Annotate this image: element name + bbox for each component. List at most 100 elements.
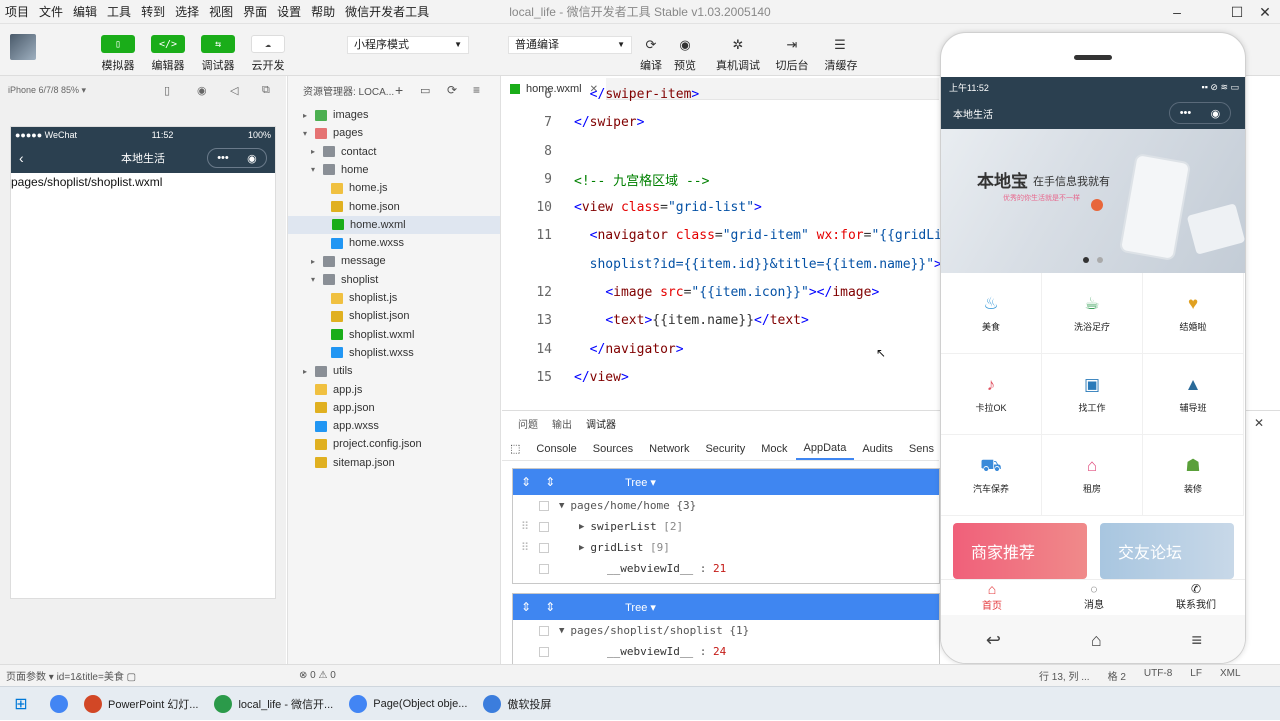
- status-item[interactable]: 格 2: [1108, 668, 1126, 683]
- menu-item[interactable]: 转到: [136, 3, 170, 20]
- grid-item[interactable]: ♨ 美食: [941, 273, 1042, 354]
- more-icon[interactable]: •••: [217, 152, 229, 164]
- expand-arrow-icon[interactable]: ▸: [311, 257, 323, 266]
- menu-item[interactable]: 视图: [204, 3, 238, 20]
- avatar[interactable]: [10, 34, 36, 60]
- grid-item[interactable]: ⛟ 汽车保养: [941, 435, 1042, 516]
- taskbar-app[interactable]: Page(Object obje...: [341, 687, 475, 721]
- eye-icon[interactable]: ◉: [673, 36, 697, 54]
- page-params[interactable]: 页面参数 ▾ id=1&title=美食 ▢: [6, 668, 136, 683]
- layers-icon[interactable]: ☰: [828, 36, 852, 54]
- code-line[interactable]: 11 <navigator class="grid-item" wx:for="…: [502, 225, 957, 245]
- status-item[interactable]: 行 13, 列 ...: [1039, 668, 1090, 683]
- devtools-nav-tab[interactable]: Sens: [901, 443, 942, 455]
- close-circle-icon[interactable]: ◉: [1211, 107, 1221, 120]
- code-line[interactable]: 14 </navigator>: [502, 339, 939, 359]
- expand-arrow-icon[interactable]: ▸: [303, 111, 315, 120]
- expand-arrow-icon[interactable]: ▼: [559, 501, 564, 511]
- code-line[interactable]: 6 </swiper-item>: [502, 84, 939, 104]
- tree-mode-select[interactable]: Tree ▾: [625, 601, 656, 614]
- expand-arrow-icon[interactable]: ▸: [303, 367, 315, 376]
- promo-forum[interactable]: 交友论坛: [1100, 523, 1234, 579]
- expand-all-icon[interactable]: ⇕: [521, 600, 531, 614]
- tree-item[interactable]: app.js: [303, 381, 362, 399]
- detach-icon[interactable]: ⧉: [262, 84, 270, 97]
- expand-arrow-icon[interactable]: ▶: [579, 522, 584, 532]
- volume-icon[interactable]: ◁: [230, 84, 238, 97]
- tree-item[interactable]: shoplist.js: [319, 289, 397, 307]
- expand-arrow-icon[interactable]: ▾: [311, 275, 323, 284]
- code-line[interactable]: 8: [502, 141, 939, 161]
- simulator-button[interactable]: ▯: [101, 35, 135, 53]
- tab-contact[interactable]: ✆ 联系我们: [1145, 579, 1245, 613]
- code-line[interactable]: 10 <view class="grid-list">: [502, 197, 939, 217]
- bug-icon[interactable]: ✲: [726, 36, 750, 54]
- devtools-nav-tab[interactable]: Sources: [585, 443, 641, 455]
- taskbar-app[interactable]: 傲软投屏: [475, 687, 559, 721]
- menu-item[interactable]: 设置: [272, 3, 306, 20]
- record-icon[interactable]: ◉: [197, 84, 207, 97]
- real-debug-label[interactable]: 真机调试: [713, 57, 763, 73]
- taskbar-app[interactable]: local_life - 微信开...: [206, 687, 341, 721]
- code-line[interactable]: 12 <image src="{{item.icon}}"></image>: [502, 282, 939, 302]
- grid-item[interactable]: ☗ 装修: [1143, 435, 1244, 516]
- background-label[interactable]: 切后台: [767, 57, 817, 73]
- tree-item[interactable]: ▸ contact: [311, 143, 376, 161]
- code-line[interactable]: 9 <!-- 九宫格区域 -->: [502, 169, 939, 189]
- code-line[interactable]: 7 </swiper>: [502, 112, 939, 132]
- checkbox[interactable]: [539, 625, 549, 636]
- minimize-icon[interactable]: –: [1162, 0, 1192, 24]
- tree-item[interactable]: ▾ shoplist: [311, 271, 378, 289]
- menu-item[interactable]: 帮助: [306, 3, 340, 20]
- more-icon[interactable]: •••: [1180, 107, 1192, 119]
- devtools-tab[interactable]: 输出: [552, 416, 572, 431]
- checkbox[interactable]: [539, 646, 549, 657]
- tree-item[interactable]: shoplist.json: [319, 307, 410, 325]
- drag-handle-icon[interactable]: ⠿: [521, 541, 529, 554]
- devtools-nav-tab[interactable]: Network: [641, 443, 697, 455]
- tree-item[interactable]: project.config.json: [303, 435, 422, 453]
- grid-item[interactable]: ♥ 结婚啦: [1143, 273, 1244, 354]
- grid-item[interactable]: ⌂ 租房: [1042, 435, 1143, 516]
- tree-item[interactable]: home.wxml: [288, 215, 500, 234]
- menu-item[interactable]: 编辑: [68, 3, 102, 20]
- checkbox[interactable]: [539, 500, 549, 511]
- home-button-icon[interactable]: ⌂: [1091, 630, 1102, 651]
- tree-item[interactable]: ▸ images: [303, 106, 368, 124]
- swiper-dot-active[interactable]: [1083, 257, 1089, 263]
- tree-item[interactable]: home.wxss: [319, 234, 404, 252]
- tree-item[interactable]: ▾ home: [311, 161, 369, 179]
- add-folder-icon[interactable]: ▭: [420, 84, 430, 97]
- collapse-icon[interactable]: ≡: [473, 83, 480, 97]
- tree-item[interactable]: shoplist.wxml: [319, 326, 414, 344]
- grid-item[interactable]: ♪ 卡拉OK: [941, 354, 1042, 435]
- menu-item[interactable]: 文件: [34, 3, 68, 20]
- grid-item[interactable]: ☕ 洗浴足疗: [1042, 273, 1143, 354]
- debugger-button[interactable]: ⇆: [201, 35, 235, 53]
- devtools-nav-tab[interactable]: Mock: [753, 443, 795, 455]
- tree-item[interactable]: shoplist.wxss: [319, 344, 414, 362]
- tree-item[interactable]: home.js: [319, 179, 388, 197]
- close-icon[interactable]: ✕: [1250, 0, 1280, 24]
- tree-item[interactable]: ▾ pages: [303, 124, 363, 142]
- close-circle-icon[interactable]: ◉: [247, 152, 257, 165]
- capsule-menu[interactable]: ••• ◉: [1169, 102, 1231, 124]
- inspect-icon[interactable]: ⬚: [502, 442, 528, 455]
- preview-label[interactable]: 预览: [660, 57, 710, 73]
- code-line[interactable]: 15 </view>: [502, 367, 939, 387]
- tree-item[interactable]: ▸ utils: [303, 362, 353, 380]
- compile-select[interactable]: 普通编译 ▼: [508, 36, 632, 54]
- editor-button[interactable]: </>: [151, 35, 185, 53]
- menu-item[interactable]: 微信开发者工具: [340, 3, 434, 20]
- back-icon[interactable]: ↩: [986, 630, 1001, 651]
- menu-item[interactable]: 工具: [102, 3, 136, 20]
- refresh-icon[interactable]: ⟳: [447, 83, 457, 97]
- cloud-button[interactable]: ☁: [251, 35, 285, 53]
- tree-item[interactable]: home.json: [319, 198, 400, 216]
- mode-select[interactable]: 小程序模式 ▼: [347, 36, 469, 54]
- checkbox[interactable]: [539, 563, 549, 574]
- device-select[interactable]: iPhone 6/7/8 85% ▾: [8, 85, 86, 96]
- maximize-icon[interactable]: ☐: [1222, 0, 1252, 24]
- tab-messages[interactable]: ◌ 消息: [1043, 579, 1145, 613]
- tree-row[interactable]: ▼ pages/shoplist/shoplist {1}: [513, 620, 939, 641]
